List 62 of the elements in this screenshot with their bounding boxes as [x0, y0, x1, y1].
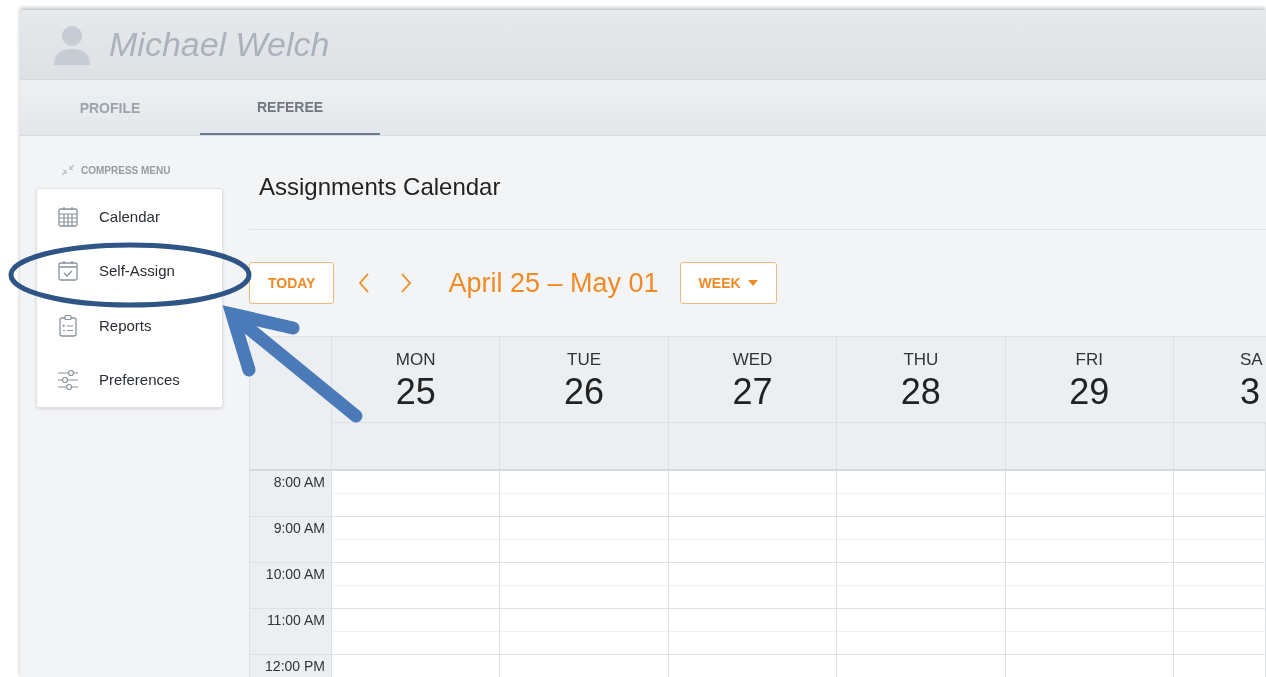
time-slot[interactable]	[1173, 563, 1266, 609]
date-range: April 25 – May 01	[448, 267, 659, 299]
day-name: THU	[902, 350, 940, 370]
compress-icon	[61, 164, 75, 176]
time-slot[interactable]	[500, 471, 669, 517]
time-slot[interactable]	[500, 517, 669, 563]
time-slot[interactable]	[668, 471, 838, 517]
day-name: WED	[731, 350, 774, 370]
day-number: 27	[731, 371, 774, 413]
page-title: Assignments Calendar	[258, 172, 502, 202]
time-slot[interactable]	[332, 471, 501, 517]
time-slot[interactable]	[500, 609, 669, 655]
day-number: 25	[394, 371, 437, 413]
chevron-right-icon	[400, 272, 413, 294]
time-slot[interactable]	[332, 517, 501, 563]
time-label: 9:00 AM	[249, 517, 332, 563]
time-slot[interactable]	[1173, 609, 1266, 655]
tab[interactable]: PROFILE	[20, 80, 200, 135]
time-slot[interactable]	[668, 609, 838, 655]
time-label: 8:00 AM	[249, 471, 332, 517]
time-slot[interactable]	[332, 609, 501, 655]
menu-item[interactable]: Self-Assign	[37, 243, 222, 298]
calendar-check-icon	[57, 259, 79, 283]
chevron-left-icon	[358, 272, 371, 294]
day-number: 3	[1239, 371, 1261, 413]
time-slot[interactable]	[668, 563, 838, 609]
sliders-icon	[57, 368, 79, 392]
tab[interactable]: REFEREE	[200, 80, 380, 135]
time-slot[interactable]	[1005, 609, 1174, 655]
time-slot[interactable]	[668, 517, 838, 563]
time-slot[interactable]	[1005, 517, 1174, 563]
time-slot[interactable]	[500, 563, 669, 609]
menu-item[interactable]: Calendar	[37, 189, 222, 244]
time-slot[interactable]	[837, 517, 1006, 563]
time-label: 12:00 PM	[249, 655, 332, 677]
compress-menu-link[interactable]: COMPRESS MENU	[81, 164, 171, 176]
day-name: MON	[394, 350, 437, 370]
time-slot[interactable]	[1173, 471, 1266, 517]
caret-icon	[747, 280, 758, 286]
clipboard-icon	[57, 313, 79, 337]
time-slot[interactable]	[1005, 563, 1174, 609]
time-label: 11:00 AM	[249, 609, 332, 655]
time-label: 10:00 AM	[249, 563, 332, 609]
time-slot[interactable]	[1173, 517, 1266, 563]
user-name: Michael Welch	[109, 25, 330, 64]
day-number: 26	[563, 371, 606, 413]
day-name: FRI	[1074, 350, 1104, 370]
view-dropdown[interactable]: WEEK	[679, 262, 777, 304]
time-slot[interactable]	[1005, 471, 1174, 517]
day-name: SA	[1239, 350, 1264, 370]
day-number: 28	[899, 371, 942, 413]
time-slot[interactable]	[837, 471, 1006, 517]
menu-item[interactable]: Preferences	[37, 352, 222, 407]
time-slot[interactable]	[837, 609, 1006, 655]
day-number: 29	[1068, 371, 1111, 413]
day-name: TUE	[566, 350, 603, 370]
user-icon	[53, 24, 91, 65]
today-button[interactable]: TODAY	[249, 262, 335, 304]
time-slot[interactable]	[837, 563, 1006, 609]
time-slot[interactable]	[332, 563, 501, 609]
calendar-icon	[57, 204, 79, 228]
menu-item[interactable]: Reports	[37, 298, 222, 353]
